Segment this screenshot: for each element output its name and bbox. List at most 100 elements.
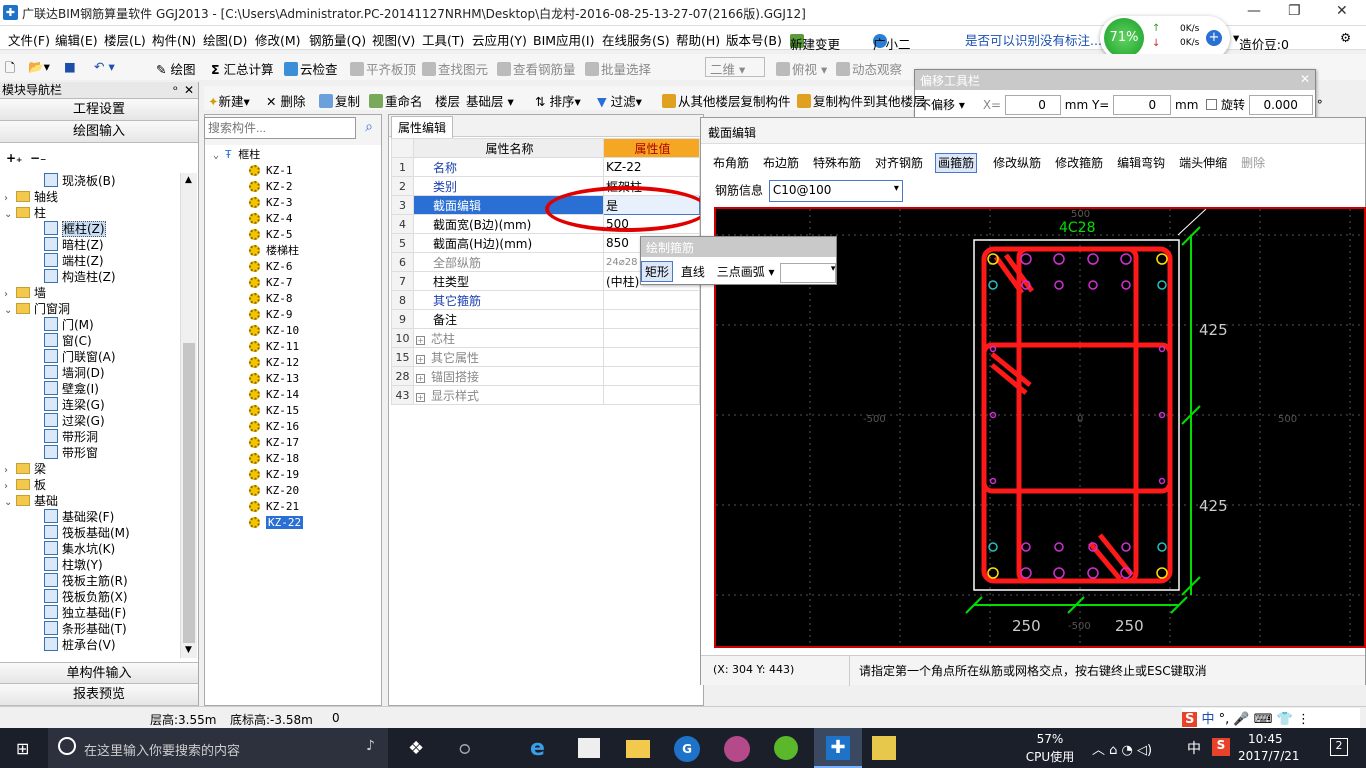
section-tool-button[interactable]: 端头伸缩: [1177, 154, 1229, 172]
component-list-item[interactable]: KZ-8: [249, 291, 293, 307]
component-list-item[interactable]: KZ-3: [249, 195, 293, 211]
tree-item[interactable]: 带形窗: [44, 445, 98, 461]
tree-folder[interactable]: › 板: [4, 477, 46, 493]
property-value[interactable]: [603, 366, 700, 386]
menu-version[interactable]: 版本号(B): [726, 30, 782, 49]
component-list-item[interactable]: 楼梯柱: [249, 243, 299, 259]
tree-item[interactable]: 构造柱(Z): [44, 269, 116, 285]
expand-icon[interactable]: ⌄: [4, 207, 14, 223]
tree-item[interactable]: 条形基础(T): [44, 621, 127, 637]
section-tool-button[interactable]: 画箍筋: [935, 153, 978, 173]
draw-input-button[interactable]: 绘图输入: [0, 121, 198, 143]
copy-from-floor-button[interactable]: 从其他楼层复制构件: [662, 91, 791, 110]
tree-item[interactable]: 过梁(G): [44, 413, 105, 429]
component-list-item[interactable]: KZ-2: [249, 179, 293, 195]
view-mode-select[interactable]: 二维 ▾: [705, 57, 765, 77]
tree-item[interactable]: 筏板负筋(X): [44, 589, 128, 605]
glodon-g-icon[interactable]: G: [674, 736, 700, 762]
component-list-item[interactable]: KZ-13: [249, 371, 299, 387]
menu-edit[interactable]: 编辑(E): [55, 30, 98, 49]
orbit-button[interactable]: 动态观察: [836, 59, 902, 78]
edge-icon[interactable]: e: [530, 736, 545, 761]
component-list-item[interactable]: KZ-6: [249, 259, 293, 275]
section-tool-button[interactable]: 修改箍筋: [1053, 154, 1105, 172]
menu-modify[interactable]: 修改(M): [255, 30, 301, 49]
tree-item[interactable]: 现浇板(B): [44, 173, 116, 189]
clock-date[interactable]: 2017/7/21: [1238, 749, 1300, 763]
arc-tool-button[interactable]: 三点画弧 ▾: [717, 265, 775, 279]
rename-button[interactable]: 重命名: [369, 91, 423, 110]
restore-icon[interactable]: ❐: [1288, 3, 1301, 19]
menu-file[interactable]: 文件(F): [8, 30, 50, 49]
section-tool-button[interactable]: 对齐钢筋: [873, 154, 925, 172]
tree-item[interactable]: 筏板主筋(R): [44, 573, 128, 589]
offset-mode-select[interactable]: 不偏移 ▾: [919, 96, 975, 113]
component-list-item[interactable]: KZ-9: [249, 307, 293, 323]
component-list-item[interactable]: KZ-22: [249, 515, 304, 531]
property-row[interactable]: 15 + 其它属性: [391, 347, 700, 367]
component-list-item[interactable]: KZ-15: [249, 403, 299, 419]
menu-new-change[interactable]: 新建变更 ▾: [790, 30, 840, 52]
tree-root[interactable]: ⌄ Ŧ 框柱: [213, 147, 260, 163]
scroll-thumb[interactable]: [183, 343, 195, 643]
property-row[interactable]: 10 + 芯柱: [391, 328, 700, 348]
ime-bar[interactable]: S 中 °, 🎤 ⌨ 👕 ⋮: [1182, 708, 1360, 728]
property-row[interactable]: 1 名称 KZ-22: [391, 157, 700, 177]
floor-select[interactable]: 基础层 ▾: [466, 91, 526, 110]
task-view-icon[interactable]: ❖: [408, 738, 428, 759]
tree-folder[interactable]: ⌄ 门窗洞: [4, 301, 70, 317]
tray-sogou-icon[interactable]: S: [1212, 738, 1230, 756]
collapse-icon[interactable]: ⌄: [213, 148, 223, 164]
expand-all-icon[interactable]: +₊: [6, 151, 22, 165]
menu-cloud[interactable]: 云应用(Y): [472, 30, 527, 49]
expand-icon[interactable]: +: [416, 373, 425, 383]
tree-item[interactable]: 门(M): [44, 317, 94, 333]
open-folder-icon[interactable]: 📂▾: [28, 59, 50, 75]
settings-icon[interactable]: ⚙: [1340, 30, 1351, 45]
draw-button[interactable]: ✎ 绘图: [156, 59, 195, 78]
component-list-item[interactable]: KZ-19: [249, 467, 299, 483]
section-tool-button[interactable]: 修改纵筋: [991, 154, 1043, 172]
section-tool-button[interactable]: 布边筋: [761, 154, 801, 172]
tree-item[interactable]: 暗柱(Z): [44, 237, 104, 253]
active-ggj-app[interactable]: ✚: [814, 728, 862, 768]
green-app-icon[interactable]: [774, 736, 798, 760]
glodon-cloud-icon[interactable]: [724, 736, 750, 762]
tab-property-edit[interactable]: 属性编辑: [391, 116, 454, 138]
tree-item[interactable]: 端柱(Z): [44, 253, 104, 269]
view-rebar-qty-button[interactable]: 查看钢筋量: [497, 59, 576, 78]
windows-start-icon[interactable]: ⊞: [16, 739, 29, 758]
report-preview-button[interactable]: 报表预览: [0, 684, 198, 706]
pin-icon[interactable]: ᵒ: [173, 82, 178, 98]
property-value[interactable]: [603, 309, 700, 329]
tree-item[interactable]: 壁龛(I): [44, 381, 99, 397]
tree-folder[interactable]: ⌄ 柱: [4, 205, 46, 221]
component-list-item[interactable]: KZ-20: [249, 483, 299, 499]
save-icon[interactable]: ■: [64, 59, 76, 74]
component-list-item[interactable]: KZ-4: [249, 211, 293, 227]
undo-icon[interactable]: ↶ ▾: [94, 59, 115, 74]
new-component-button[interactable]: ✦新建▾: [208, 91, 250, 110]
expand-icon[interactable]: +: [416, 335, 425, 345]
property-value[interactable]: [603, 385, 700, 405]
property-row[interactable]: 43 + 显示样式: [391, 385, 700, 405]
batch-select-button[interactable]: 批量选择: [585, 59, 651, 78]
new-file-icon[interactable]: 🗋: [5, 59, 15, 80]
notes-icon[interactable]: [872, 736, 896, 760]
component-list-item[interactable]: KZ-1: [249, 163, 293, 179]
component-list-item[interactable]: KZ-7: [249, 275, 293, 291]
tree-item[interactable]: 墙洞(D): [44, 365, 105, 381]
tree-item[interactable]: 连梁(G): [44, 397, 105, 413]
menu-tools[interactable]: 工具(T): [422, 30, 464, 49]
expand-icon[interactable]: ⌄: [4, 495, 14, 511]
menu-view[interactable]: 视图(V): [372, 30, 415, 49]
expand-icon[interactable]: +: [416, 392, 425, 402]
tree-scrollbar[interactable]: ▲ ▼: [180, 173, 197, 658]
minimize-icon[interactable]: —: [1247, 3, 1261, 19]
expand-icon[interactable]: ⌄: [4, 303, 14, 319]
component-list-item[interactable]: KZ-14: [249, 387, 299, 403]
tree-item[interactable]: 带形洞: [44, 429, 98, 445]
scroll-up-icon[interactable]: ▲: [185, 175, 192, 185]
notification-icon[interactable]: 2: [1330, 738, 1348, 756]
property-value[interactable]: [603, 290, 700, 310]
